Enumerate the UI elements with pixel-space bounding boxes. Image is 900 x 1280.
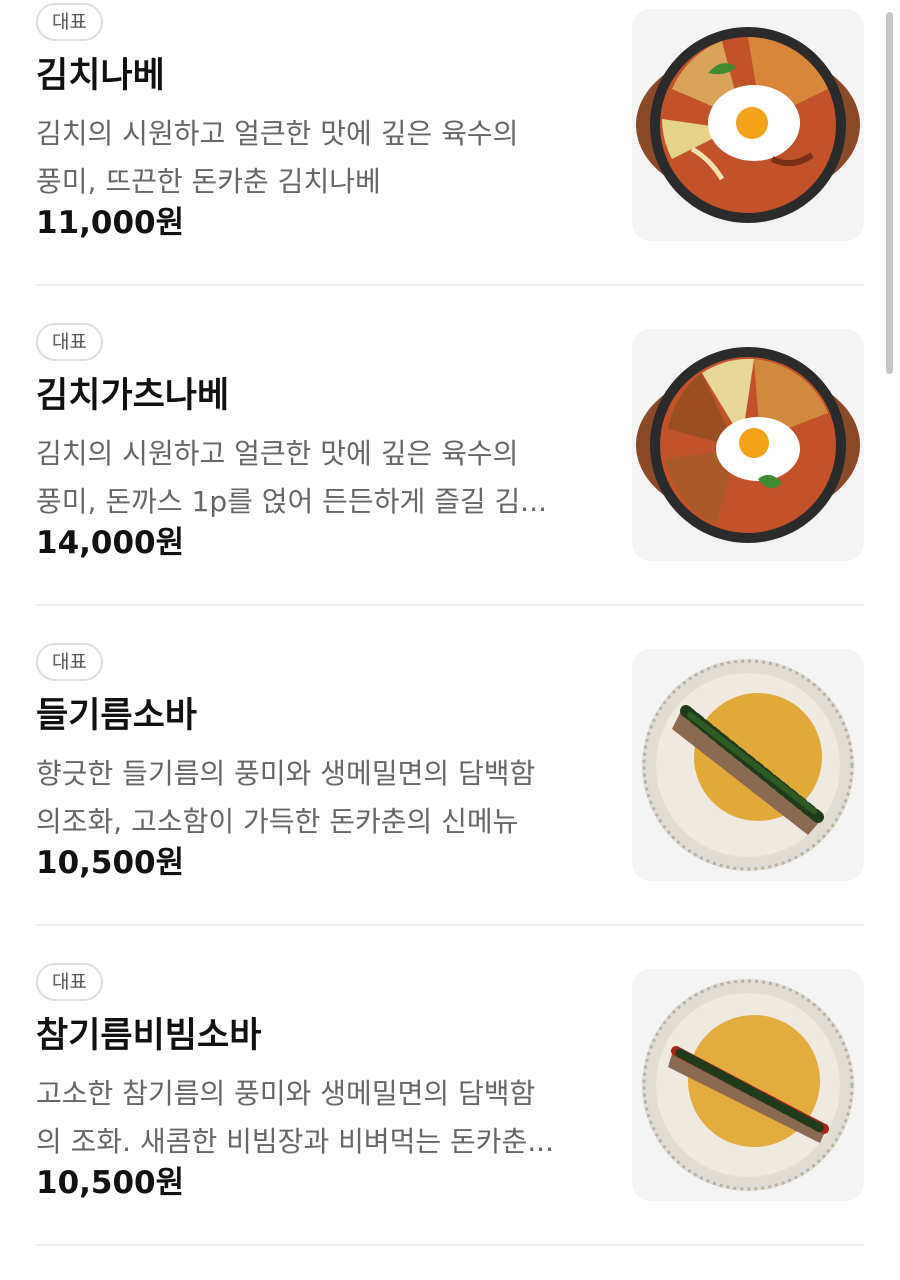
item-divider: [36, 284, 864, 286]
menu-item-description-line: 의조화, 고소함이 가득한 돈카춘의 신메뉴: [36, 805, 519, 838]
menu-item-description-line: 풍미, 돈까스 1p를 얹어 든든하게 즐길 김...: [36, 485, 547, 518]
item-divider: [36, 924, 864, 926]
menu-item-perilla-soba[interactable]: 대표 들기름소바 향긋한 들기름의 풍미와 생메밀면의 담백함 의조화, 고소함…: [36, 640, 864, 960]
menu-item-price: 11,000원: [36, 205, 185, 241]
representative-badge: 대표: [36, 963, 103, 1001]
menu-item-description-line: 의 조화. 새콤한 비빔장과 비벼먹는 돈카춘...: [36, 1125, 555, 1158]
menu-item-description: 향긋한 들기름의 풍미와 생메밀면의 담백함 의조화, 고소함이 가득한 돈카춘…: [36, 750, 606, 846]
sesame-oil-bibim-soba-dish-image[interactable]: [632, 969, 864, 1201]
representative-badge: 대표: [36, 3, 103, 41]
menu-item-price: 10,500원: [36, 1165, 185, 1201]
menu-item-name: 김치가츠나베: [36, 376, 230, 416]
perilla-oil-soba-dish-image[interactable]: [632, 649, 864, 881]
representative-badge: 대표: [36, 643, 103, 681]
menu-item-description-line: 고소한 참기름의 풍미와 생메밀면의 담백함: [36, 1077, 536, 1110]
menu-item-description: 김치의 시원하고 얼큰한 맛에 깊은 육수의 풍미, 돈까스 1p를 얹어 든든…: [36, 430, 606, 526]
menu-item-price: 10,500원: [36, 845, 185, 881]
menu-item-description-line: 풍미, 뜨끈한 돈카춘 김치나베: [36, 165, 381, 198]
kimchi-katsu-nabe-dish-image[interactable]: [632, 329, 864, 561]
menu-item-kimchi-nabe[interactable]: 대표 김치나베 김치의 시원하고 얼큰한 맛에 깊은 육수의 풍미, 뜨끈한 돈…: [36, 0, 864, 320]
menu-item-description: 김치의 시원하고 얼큰한 맛에 깊은 육수의 풍미, 뜨끈한 돈카춘 김치나베: [36, 110, 606, 206]
representative-badge: 대표: [36, 323, 103, 361]
item-divider: [36, 604, 864, 606]
kimchi-nabe-dish-image[interactable]: [632, 9, 864, 241]
menu-item-name: 참기름비빔소바: [36, 1016, 262, 1056]
menu-item-name: 들기름소바: [36, 696, 198, 736]
menu-item-kimchi-katsu-nabe[interactable]: 대표 김치가츠나베 김치의 시원하고 얼큰한 맛에 깊은 육수의 풍미, 돈까스…: [36, 320, 864, 640]
menu-item-sesame-bibim-soba[interactable]: 대표 참기름비빔소바 고소한 참기름의 풍미와 생메밀면의 담백함 의 조화. …: [36, 960, 864, 1280]
menu-item-description-line: 향긋한 들기름의 풍미와 생메밀면의 담백함: [36, 757, 536, 790]
vertical-scrollbar[interactable]: [886, 12, 893, 374]
menu-item-description-line: 김치의 시원하고 얼큰한 맛에 깊은 육수의: [36, 117, 519, 150]
menu-item-price: 14,000원: [36, 525, 185, 561]
menu-item-description: 고소한 참기름의 풍미와 생메밀면의 담백함 의 조화. 새콤한 비빔장과 비벼…: [36, 1070, 606, 1166]
menu-item-name: 김치나베: [36, 56, 165, 96]
menu-item-description-line: 김치의 시원하고 얼큰한 맛에 깊은 육수의: [36, 437, 519, 470]
